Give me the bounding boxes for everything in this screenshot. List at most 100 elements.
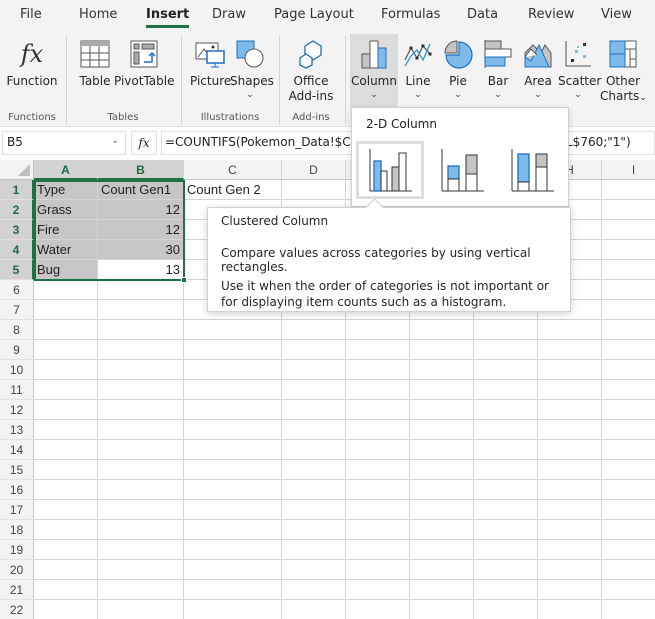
cell-b18[interactable] (98, 520, 184, 540)
cell-a7[interactable] (34, 300, 98, 320)
pie-chart-button[interactable]: Pie ⌄ (440, 34, 476, 101)
cell-g11[interactable] (474, 380, 538, 400)
cell-b3[interactable]: 12 (98, 220, 184, 240)
cell-i4[interactable] (602, 240, 655, 260)
cell-f22[interactable] (410, 600, 474, 619)
cell-f17[interactable] (410, 500, 474, 520)
cell-g21[interactable] (474, 580, 538, 600)
tab-insert[interactable]: Insert (146, 7, 190, 28)
cell-a13[interactable] (34, 420, 98, 440)
cell-b1[interactable]: Count Gen1 (98, 180, 184, 200)
cell-a6[interactable] (34, 280, 98, 300)
name-box[interactable]: B5 ⌄ (2, 131, 126, 155)
cell-b5[interactable]: 13 (98, 260, 184, 280)
column-header-b[interactable]: B (98, 160, 184, 180)
cell-b4[interactable]: 30 (98, 240, 184, 260)
cell-a3[interactable]: Fire (34, 220, 98, 240)
tab-page-layout[interactable]: Page Layout (274, 7, 354, 22)
cell-e21[interactable] (346, 580, 410, 600)
column-header-d[interactable]: D (282, 160, 346, 180)
cell-e19[interactable] (346, 540, 410, 560)
cell-h21[interactable] (538, 580, 602, 600)
cell-g8[interactable] (474, 320, 538, 340)
cell-f20[interactable] (410, 560, 474, 580)
cell-d19[interactable] (282, 540, 346, 560)
cell-b9[interactable] (98, 340, 184, 360)
cell-f14[interactable] (410, 440, 474, 460)
cell-h10[interactable] (538, 360, 602, 380)
cell-c8[interactable] (184, 320, 282, 340)
other-charts-button[interactable]: Other Charts⌄ (600, 34, 647, 106)
insert-function-button[interactable]: fx (131, 131, 157, 155)
pivottable-button[interactable]: PivotTable (114, 34, 175, 89)
cell-b15[interactable] (98, 460, 184, 480)
cell-c9[interactable] (184, 340, 282, 360)
cell-c19[interactable] (184, 540, 282, 560)
cell-a5[interactable]: Bug (34, 260, 98, 280)
cell-b20[interactable] (98, 560, 184, 580)
cell-i5[interactable] (602, 260, 655, 280)
cell-i10[interactable] (602, 360, 655, 380)
cell-d15[interactable] (282, 460, 346, 480)
row-header-6[interactable]: 6 (0, 280, 34, 300)
cell-g9[interactable] (474, 340, 538, 360)
cell-i1[interactable] (602, 180, 655, 200)
clustered-column-option[interactable] (356, 141, 424, 199)
cell-b2[interactable]: 12 (98, 200, 184, 220)
cell-h17[interactable] (538, 500, 602, 520)
cell-d12[interactable] (282, 400, 346, 420)
cell-i8[interactable] (602, 320, 655, 340)
cell-f16[interactable] (410, 480, 474, 500)
chevron-down-icon[interactable]: ⌄ (111, 136, 119, 146)
cell-c17[interactable] (184, 500, 282, 520)
row-header-20[interactable]: 20 (0, 560, 34, 580)
cell-d9[interactable] (282, 340, 346, 360)
cell-e20[interactable] (346, 560, 410, 580)
cell-c10[interactable] (184, 360, 282, 380)
cell-e18[interactable] (346, 520, 410, 540)
cell-i18[interactable] (602, 520, 655, 540)
100-stacked-column-option[interactable] (498, 141, 566, 199)
cell-b6[interactable] (98, 280, 184, 300)
cell-i15[interactable] (602, 460, 655, 480)
row-header-22[interactable]: 22 (0, 600, 34, 619)
cell-c11[interactable] (184, 380, 282, 400)
cell-e10[interactable] (346, 360, 410, 380)
cell-h9[interactable] (538, 340, 602, 360)
cell-g14[interactable] (474, 440, 538, 460)
cell-c1[interactable]: Count Gen 2 (184, 180, 282, 200)
line-chart-button[interactable]: Line ⌄ (400, 34, 436, 101)
cell-i12[interactable] (602, 400, 655, 420)
cell-g13[interactable] (474, 420, 538, 440)
row-header-18[interactable]: 18 (0, 520, 34, 540)
cell-i19[interactable] (602, 540, 655, 560)
cell-b7[interactable] (98, 300, 184, 320)
cell-c18[interactable] (184, 520, 282, 540)
cell-b13[interactable] (98, 420, 184, 440)
row-header-15[interactable]: 15 (0, 460, 34, 480)
column-chart-button[interactable]: Column ⌄ (350, 34, 398, 108)
cell-g12[interactable] (474, 400, 538, 420)
cell-h12[interactable] (538, 400, 602, 420)
cell-d13[interactable] (282, 420, 346, 440)
cell-b10[interactable] (98, 360, 184, 380)
cell-h20[interactable] (538, 560, 602, 580)
cell-d14[interactable] (282, 440, 346, 460)
cell-g16[interactable] (474, 480, 538, 500)
cell-h15[interactable] (538, 460, 602, 480)
cell-f19[interactable] (410, 540, 474, 560)
cell-a21[interactable] (34, 580, 98, 600)
cell-i17[interactable] (602, 500, 655, 520)
tab-formulas[interactable]: Formulas (381, 7, 440, 22)
cell-c21[interactable] (184, 580, 282, 600)
cell-c22[interactable] (184, 600, 282, 619)
cell-a22[interactable] (34, 600, 98, 619)
cell-c13[interactable] (184, 420, 282, 440)
row-header-14[interactable]: 14 (0, 440, 34, 460)
cell-i6[interactable] (602, 280, 655, 300)
cell-i2[interactable] (602, 200, 655, 220)
row-header-16[interactable]: 16 (0, 480, 34, 500)
cell-e22[interactable] (346, 600, 410, 619)
cell-g17[interactable] (474, 500, 538, 520)
cell-a9[interactable] (34, 340, 98, 360)
